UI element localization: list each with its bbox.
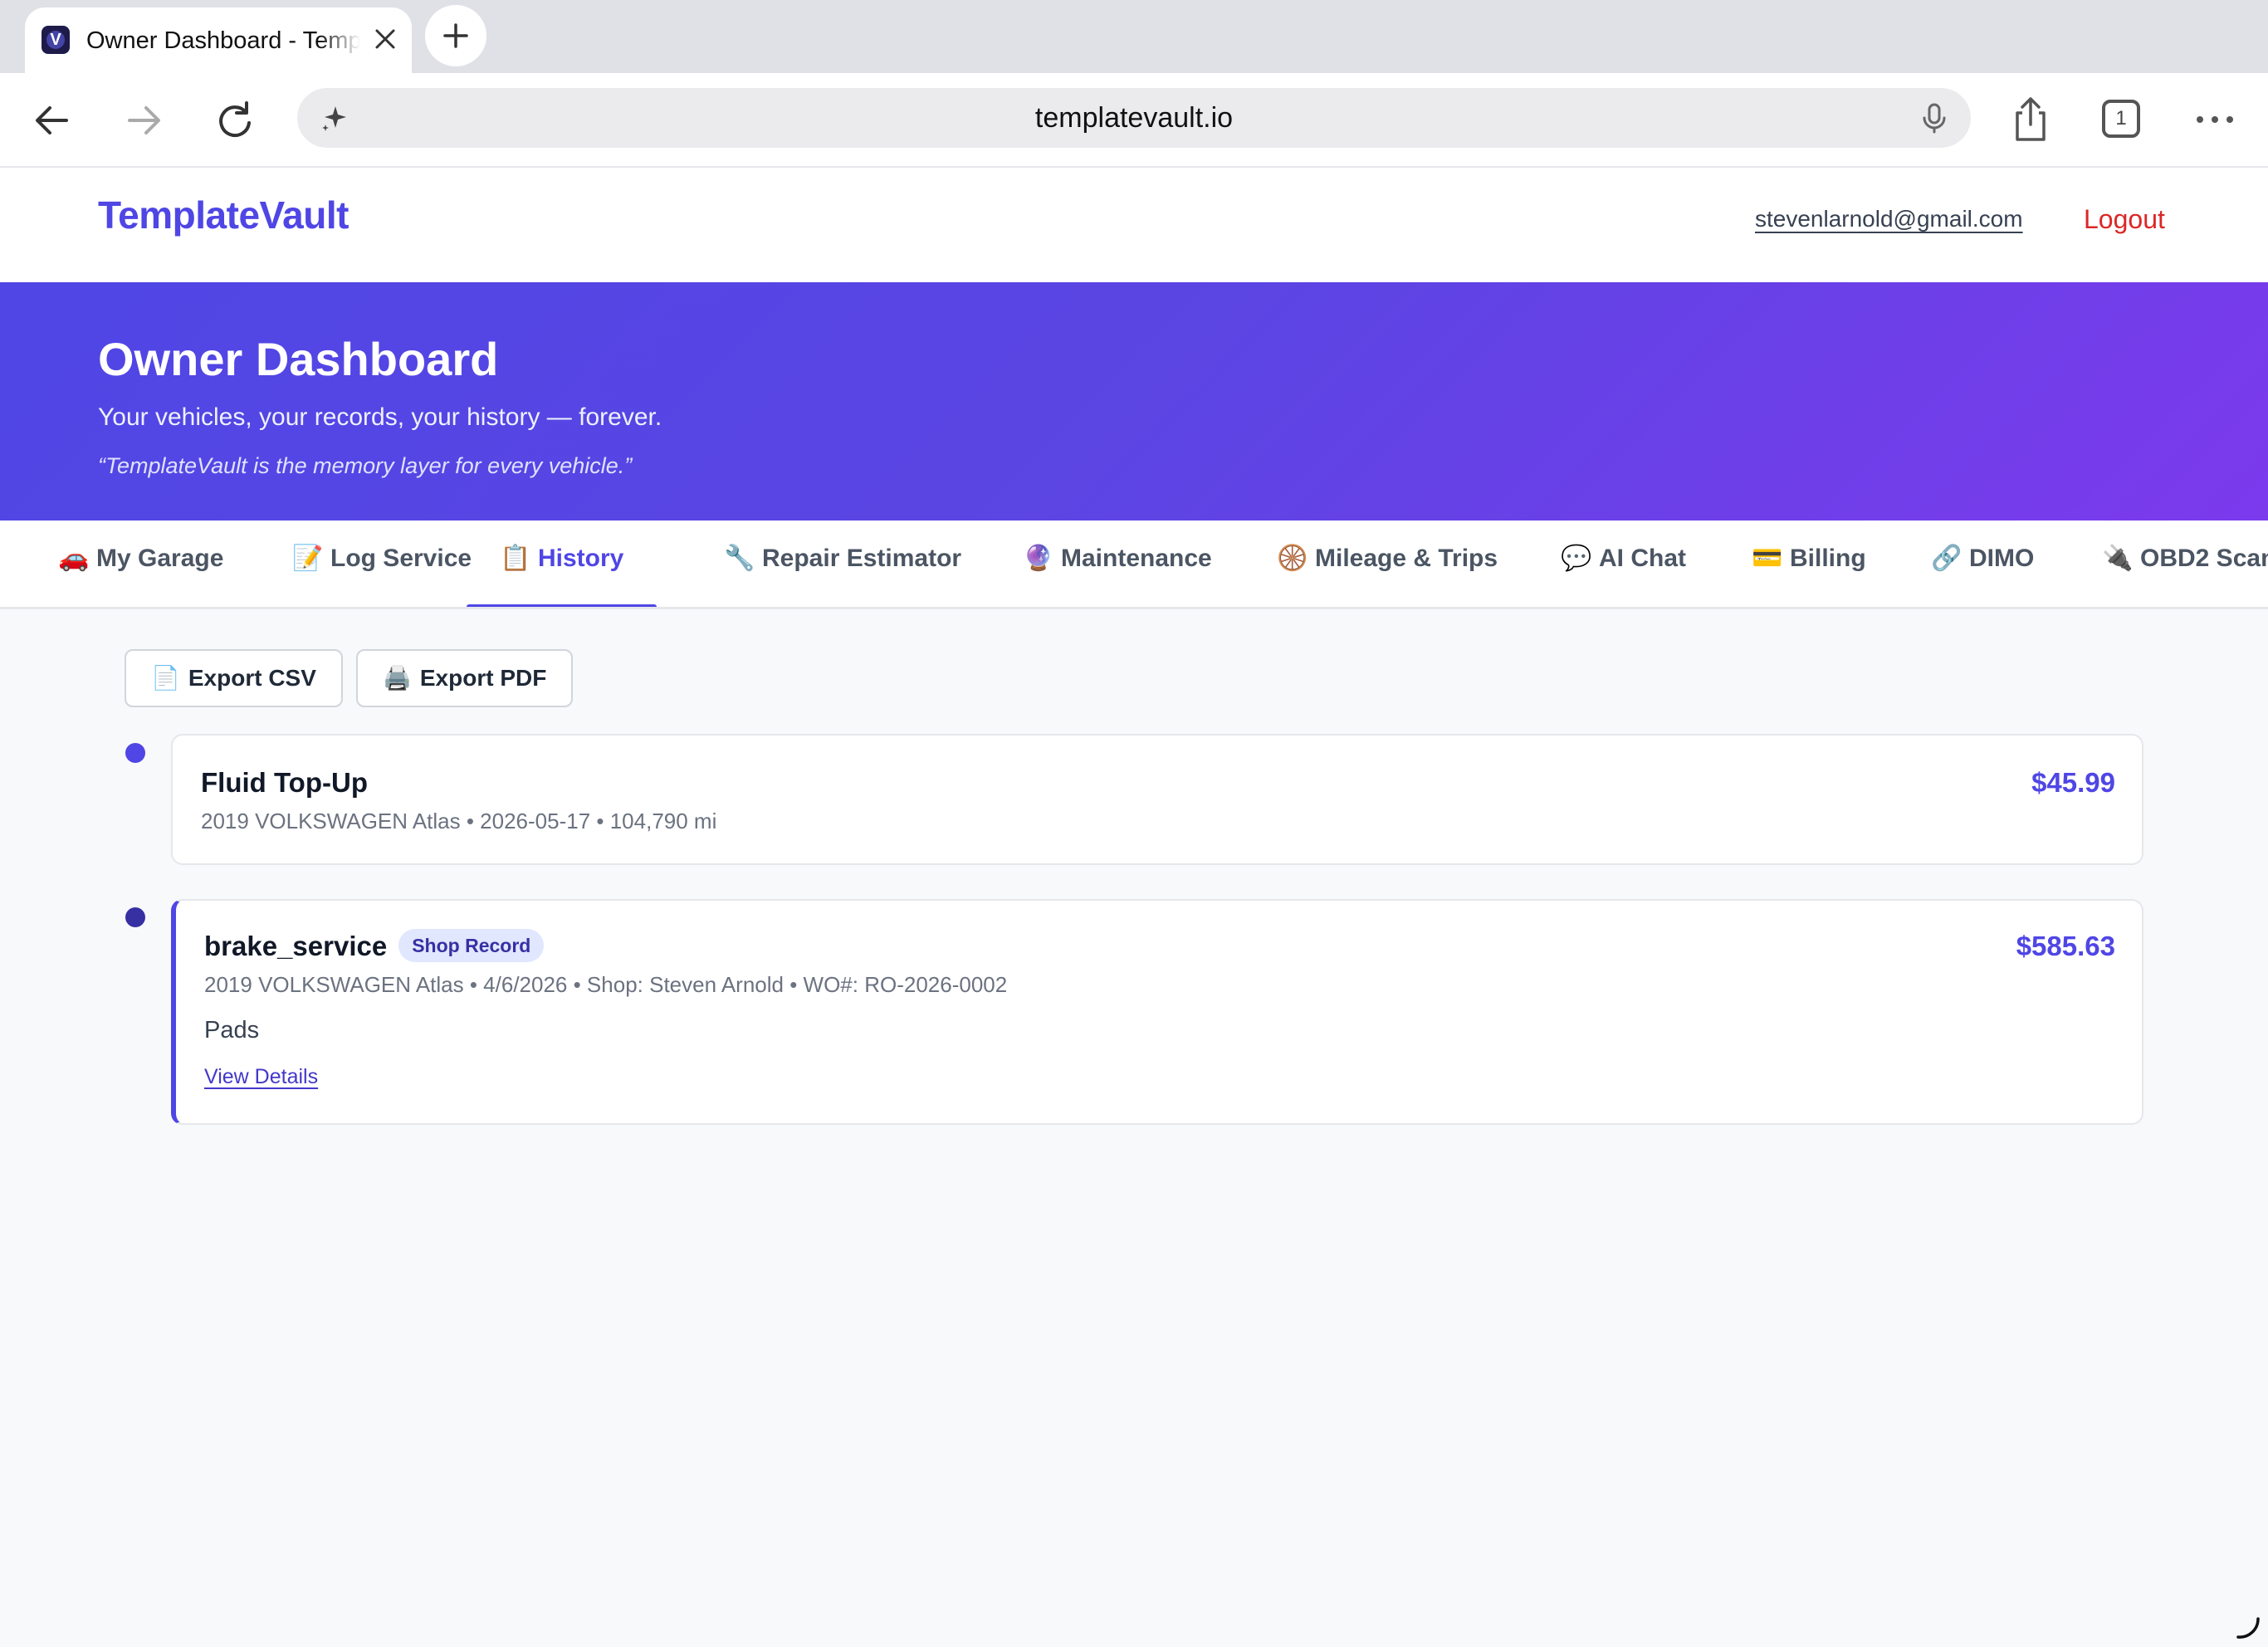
url-text: templatevault.io [1034, 102, 1234, 134]
microphone-icon[interactable] [1918, 101, 1951, 134]
car-icon: 🚗 [58, 545, 90, 572]
tab-obd2-scanner[interactable]: 🔌OBD2 Scanner [2102, 520, 2268, 607]
tab-mileage-trips[interactable]: 🛞 Mileage & Trips [1277, 520, 1498, 607]
service-meta: 2019 VOLKSWAGEN Atlas • 4/6/2026 • Shop:… [204, 972, 1008, 997]
forward-arrow-icon[interactable] [121, 98, 166, 143]
browser-toolbar: templatevault.io 1 [0, 73, 2268, 168]
view-details-link[interactable]: View Details [204, 1065, 318, 1089]
hero-quote: “TemplateVault is the memory layer for e… [98, 453, 633, 478]
tab-my-garage[interactable]: 🚗 My Garage [58, 520, 223, 607]
hero-subtitle: Your vehicles, your records, your histor… [98, 403, 662, 431]
new-tab-button[interactable] [425, 5, 486, 66]
tab-billing[interactable]: 💳 Billing [1752, 520, 1866, 607]
favicon-icon: V [42, 26, 70, 54]
tab-maintenance[interactable]: 🔮 Maintenance [1023, 520, 1212, 607]
close-tab-icon[interactable] [369, 22, 402, 56]
service-price: $585.63 [2016, 931, 2115, 961]
dashboard-tabs: 🚗 My Garage 📝 Log Service 📋 History 🔧 Repair… [0, 520, 2268, 609]
logo[interactable]: TemplateVault [98, 193, 349, 237]
page-title: Owner Dashboard [98, 333, 499, 385]
browser-tab-bar: V Owner Dashboard - TemplateVault [0, 0, 2268, 73]
printer-icon: 🖨️ [383, 665, 412, 691]
logout-button[interactable]: Logout [2084, 204, 2165, 235]
tab-dimo[interactable]: 🔗 DIMO [1931, 520, 2034, 607]
hero-banner: Owner Dashboard Your vehicles, your reco… [0, 282, 2268, 520]
export-pdf-button[interactable]: 🖨️ Export PDF [356, 649, 574, 707]
user-email-link[interactable]: stevenlarnold@gmail.com [1755, 206, 2023, 232]
link-icon: 🔗 [1931, 545, 1963, 572]
tab-repair-estimator[interactable]: 🔧 Repair Estimator [724, 520, 961, 607]
tab-log-service[interactable]: 📝 Log Service [292, 520, 472, 607]
loading-spinner-icon [2236, 1617, 2260, 1639]
tab-title: Owner Dashboard - TemplateVault [86, 27, 360, 54]
share-icon[interactable] [2006, 95, 2055, 144]
memo-icon: 📝 [292, 545, 324, 572]
tab-history[interactable]: 📋 History [467, 520, 657, 607]
credit-card-icon: 💳 [1752, 545, 1783, 572]
timeline-dot [125, 907, 145, 927]
history-card-shop[interactable]: brake_service Shop Record $585.63 2019 VO… [171, 899, 2143, 1125]
wheel-icon: 🛞 [1277, 545, 1308, 572]
service-title: brake_service Shop Record [204, 929, 545, 965]
service-description: Pads [204, 1017, 260, 1043]
service-meta: 2019 VOLKSWAGEN Atlas • 2026-05-17 • 104… [201, 809, 717, 833]
app-header: TemplateVault stevenlarnold@gmail.com Lo… [0, 168, 2268, 282]
history-card[interactable]: Fluid Top-Up $45.99 2019 VOLKSWAGEN Atla… [171, 734, 2143, 865]
tab-ai-chat[interactable]: 💬 AI Chat [1561, 520, 1686, 607]
export-csv-button[interactable]: 📄 Export CSV [125, 649, 343, 707]
wrench-icon: 🔧 [724, 545, 755, 572]
speech-bubble-icon: 💬 [1561, 545, 1592, 572]
crystal-ball-icon: 🔮 [1023, 545, 1054, 572]
document-icon: 📄 [151, 665, 180, 691]
clipboard-icon: 📋 [500, 545, 531, 572]
plug-icon: 🔌 [2102, 545, 2134, 572]
service-price: $45.99 [2031, 767, 2115, 798]
service-title: Fluid Top-Up [201, 767, 368, 798]
back-arrow-icon[interactable] [30, 98, 75, 143]
browser-tab[interactable]: V Owner Dashboard - TemplateVault [25, 7, 412, 73]
more-options-icon[interactable] [2190, 95, 2240, 144]
shop-record-badge: Shop Record [398, 929, 545, 963]
timeline-dot [125, 743, 145, 763]
address-bar[interactable]: templatevault.io [297, 88, 1971, 148]
tab-count-button[interactable]: 1 [2102, 100, 2140, 138]
reload-icon[interactable] [213, 98, 257, 143]
